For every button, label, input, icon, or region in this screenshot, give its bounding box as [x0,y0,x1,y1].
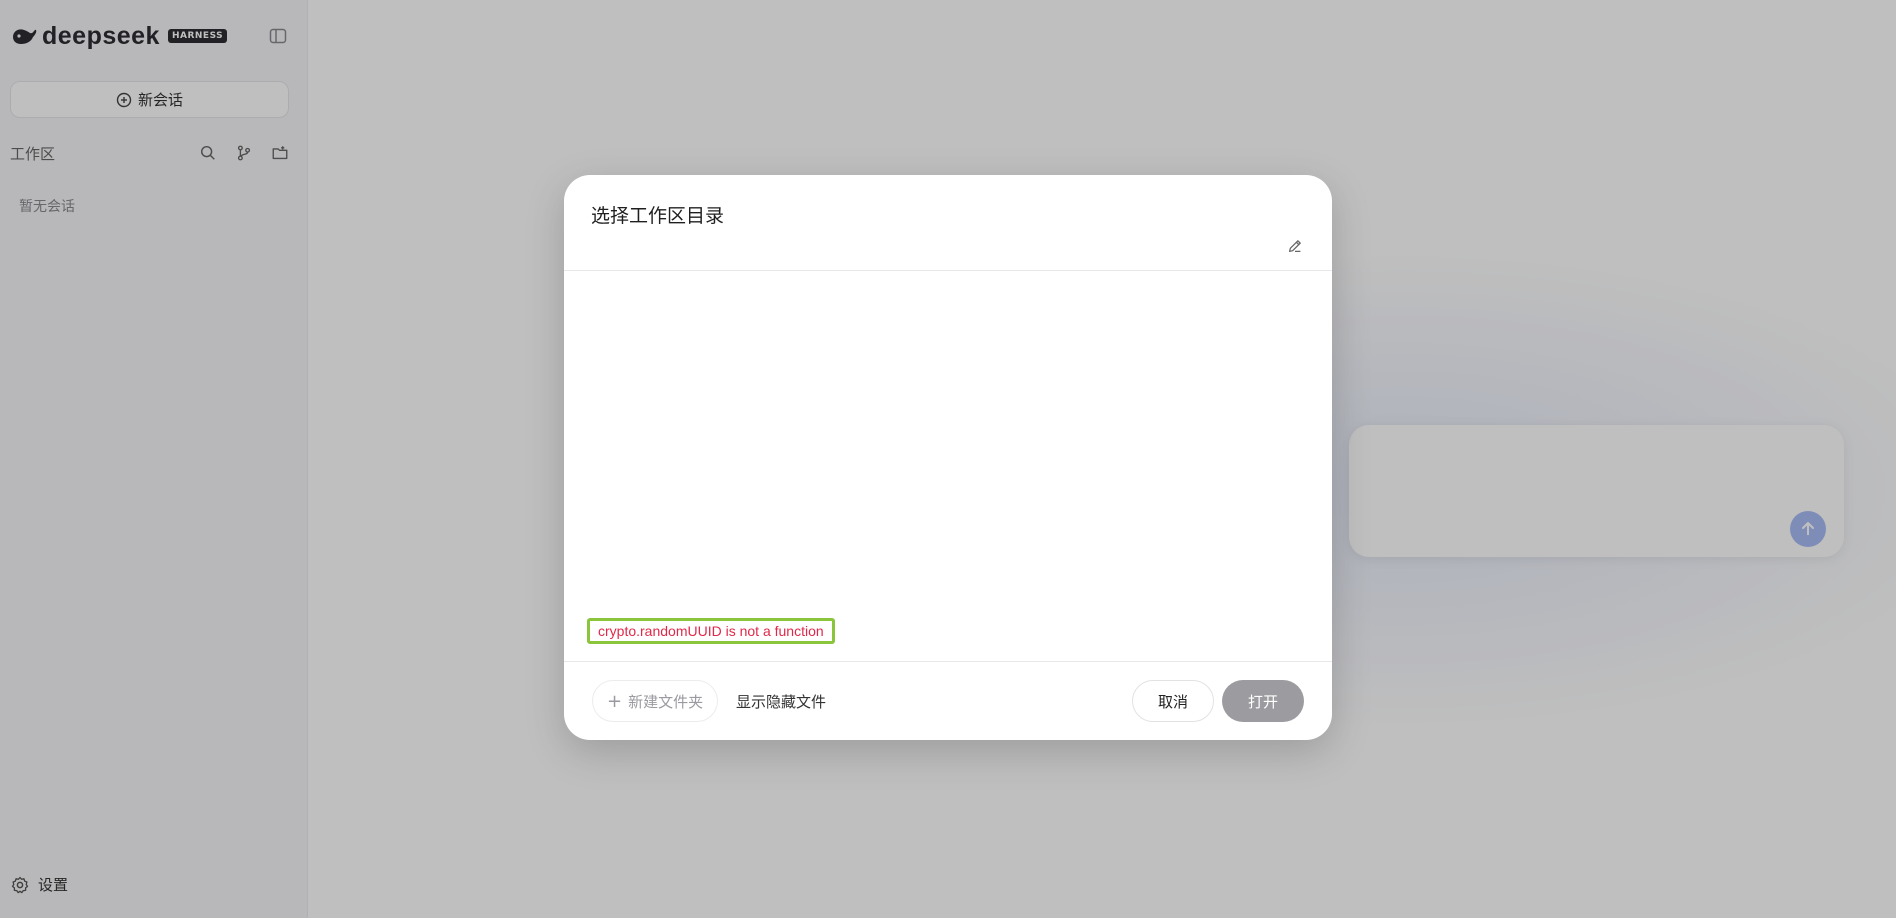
show-hidden-label: 显示隐藏文件 [736,692,827,711]
dialog-divider-top [564,270,1332,271]
cancel-button[interactable]: 取消 [1132,680,1214,722]
open-button[interactable]: 打开 [1222,680,1304,722]
edit-path-icon[interactable] [1286,237,1306,257]
select-workspace-dialog: 选择工作区目录 crypto.randomUUID is not a funct… [564,175,1332,740]
new-folder-label: 新建文件夹 [628,692,704,711]
cancel-label: 取消 [1157,692,1188,711]
new-folder-button[interactable]: + 新建文件夹 [592,680,719,722]
open-label: 打开 [1247,692,1278,711]
show-hidden-files-button[interactable]: 显示隐藏文件 [736,680,826,722]
error-message: crypto.randomUUID is not a function [598,623,824,639]
plus-icon: + [607,690,623,712]
dialog-footer: + 新建文件夹 显示隐藏文件 取消 打开 [564,662,1332,740]
dialog-title: 选择工作区目录 [591,205,725,227]
error-message-box: crypto.randomUUID is not a function [587,618,835,644]
